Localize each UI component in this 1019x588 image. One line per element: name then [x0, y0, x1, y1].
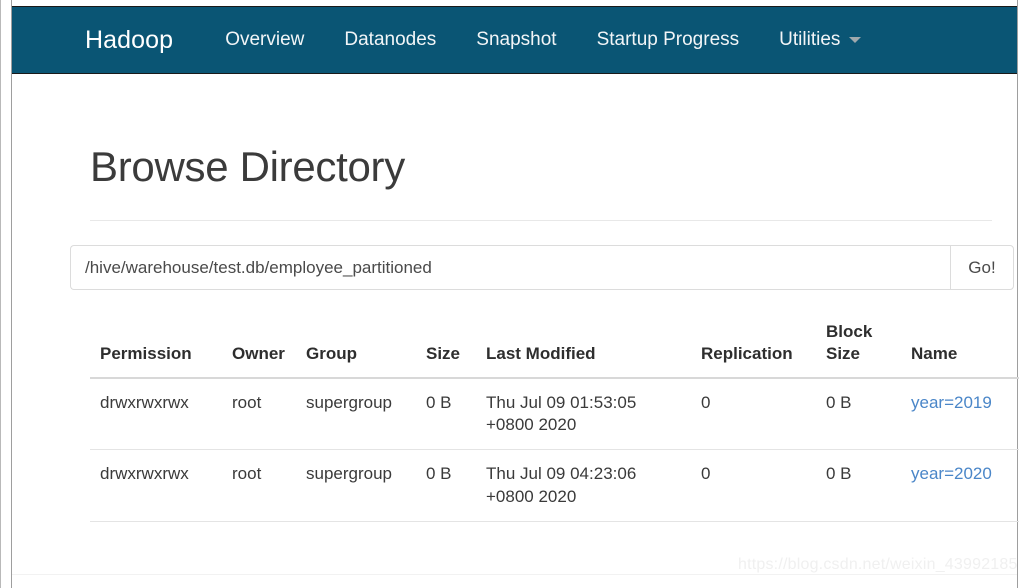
directory-link[interactable]: year=2020 — [911, 464, 992, 483]
watermark-divider — [12, 574, 1017, 575]
chevron-down-icon — [849, 37, 862, 43]
nav-link-snapshot[interactable]: Snapshot — [456, 29, 576, 51]
go-button[interactable]: Go! — [950, 245, 1014, 290]
table-row: drwxrwxrwx root supergroup 0 B Thu Jul 0… — [90, 449, 1019, 523]
cell-permission: drwxrwxrwx — [90, 449, 222, 523]
table-row: drwxrwxrwx root supergroup 0 B Thu Jul 0… — [90, 377, 1019, 451]
column-header-owner[interactable]: Owner — [222, 313, 296, 379]
directory-listing-table: Permission Owner Group Size Last Modifie… — [90, 313, 1019, 523]
title-divider — [90, 220, 992, 221]
directory-link[interactable]: year=2019 — [911, 393, 992, 412]
column-header-permission[interactable]: Permission — [90, 313, 222, 379]
brand-hadoop[interactable]: Hadoop — [85, 26, 173, 55]
table-header: Permission Owner Group Size Last Modifie… — [90, 313, 1019, 379]
cell-size: 0 B — [416, 377, 476, 451]
column-header-replication[interactable]: Replication — [691, 313, 816, 379]
cell-owner: root — [222, 449, 296, 523]
top-navbar: Hadoop Overview Datanodes Snapshot Start… — [12, 6, 1017, 74]
cell-replication: 0 — [691, 377, 816, 451]
cell-group: supergroup — [296, 377, 416, 451]
nav-link-startup-progress[interactable]: Startup Progress — [577, 29, 760, 51]
cell-replication: 0 — [691, 449, 816, 523]
cell-last-modified: Thu Jul 09 04:23:06 +0800 2020 — [476, 449, 691, 523]
nav-links: Overview Datanodes Snapshot Startup Prog… — [205, 29, 881, 51]
table-body: drwxrwxrwx root supergroup 0 B Thu Jul 0… — [90, 377, 1019, 523]
table-header-row: Permission Owner Group Size Last Modifie… — [90, 313, 1019, 379]
nav-link-overview[interactable]: Overview — [205, 29, 324, 51]
watermark-text: https://blog.csdn.net/weixin_43992185 — [738, 556, 1018, 573]
cell-owner: root — [222, 377, 296, 451]
page-left-edge — [11, 0, 12, 588]
cell-block-size: 0 B — [816, 377, 901, 451]
nav-dropdown-label: Utilities — [779, 29, 841, 50]
nav-dropdown-utilities[interactable]: Utilities — [759, 29, 881, 51]
column-header-last-modified[interactable]: Last Modified — [476, 313, 691, 379]
page-title: Browse Directory — [90, 143, 405, 190]
column-header-group[interactable]: Group — [296, 313, 416, 379]
cell-size: 0 B — [416, 449, 476, 523]
cell-name: year=2020 — [901, 449, 1019, 523]
path-input-group: Go! — [70, 245, 1014, 290]
cell-block-size: 0 B — [816, 449, 901, 523]
path-input[interactable] — [70, 245, 950, 290]
column-header-block-size[interactable]: Block Size — [816, 313, 901, 379]
column-header-name[interactable]: Name — [901, 313, 1019, 379]
cell-group: supergroup — [296, 449, 416, 523]
nav-link-datanodes[interactable]: Datanodes — [324, 29, 456, 51]
cell-name: year=2019 — [901, 377, 1019, 451]
column-header-size[interactable]: Size — [416, 313, 476, 379]
cell-permission: drwxrwxrwx — [90, 377, 222, 451]
cell-last-modified: Thu Jul 09 01:53:05 +0800 2020 — [476, 377, 691, 451]
